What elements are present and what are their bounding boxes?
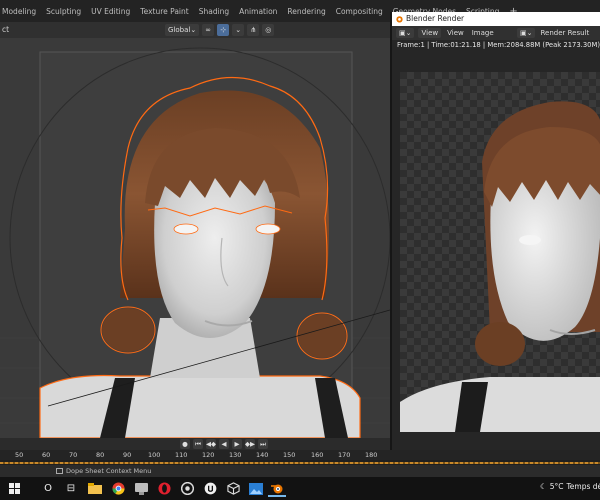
keyframe-markers: [0, 462, 600, 464]
tab-shading[interactable]: Shading: [199, 7, 229, 16]
render-result-name: Render Result: [540, 29, 590, 37]
3d-viewport[interactable]: [0, 38, 390, 438]
render-result-image[interactable]: [400, 72, 600, 432]
frame-tick: 120: [202, 451, 215, 459]
temperature: 5°C: [549, 482, 564, 491]
snap-options-chevron-icon[interactable]: ⌄: [232, 24, 245, 36]
image-editor-menus: ▣⌄ View View Image: [396, 28, 496, 38]
viewport-header: ct Global ⌄ ∞ ⊹ ⌄ ⋔ ◎: [0, 22, 390, 38]
chrome-icon[interactable]: [109, 480, 127, 497]
transform-tools: Global ⌄ ∞ ⊹ ⌄ ⋔ ◎: [165, 24, 275, 36]
next-keyframe-button[interactable]: ◆▶: [245, 439, 255, 449]
view-menu[interactable]: View: [445, 28, 466, 38]
search-icon[interactable]: O: [39, 480, 57, 497]
moon-icon: ☾: [540, 482, 547, 491]
tab-modeling[interactable]: Modeling: [2, 7, 36, 16]
frame-tick: 50: [15, 451, 24, 459]
tab-animation[interactable]: Animation: [239, 7, 277, 16]
cube-icon[interactable]: [224, 480, 242, 497]
jump-start-button[interactable]: ⏮: [193, 439, 203, 449]
frame-tick: 70: [69, 451, 78, 459]
task-view-icon[interactable]: ⊟: [62, 480, 80, 497]
timeline-header: ● ⏮ ◀◆ ◀ ▶ ◆▶ ⏭: [0, 438, 390, 450]
tab-compositing[interactable]: Compositing: [336, 7, 383, 16]
chevron-down-icon: ⌄: [190, 26, 197, 34]
frame-tick: 180: [365, 451, 378, 459]
frame-tick: 100: [148, 451, 161, 459]
prev-keyframe-button[interactable]: ◀◆: [206, 439, 216, 449]
left-hair-bun: [102, 308, 154, 352]
image-editor-header: ▣⌄ View View Image ▣⌄ Render Result: [392, 26, 600, 40]
viewport-scene: [0, 47, 390, 438]
tab-uv-editing[interactable]: UV Editing: [91, 7, 130, 16]
mouse-icon: [56, 468, 63, 474]
frame-tick: 110: [175, 451, 188, 459]
render-window-titlebar: Blender Render: [392, 12, 600, 26]
render-stats: Frame:1 | Time:01:21.18 | Mem:2084.88M (…: [397, 41, 600, 49]
status-hint: Dope Sheet Context Menu: [66, 467, 152, 475]
ubisoft-icon[interactable]: [178, 480, 196, 497]
body-mesh: [39, 374, 361, 438]
left-eye: [173, 223, 199, 235]
frame-tick: 90: [123, 451, 132, 459]
photos-icon[interactable]: [247, 480, 265, 497]
render-window-title: Blender Render: [406, 14, 465, 23]
render-hair-bun: [475, 322, 525, 366]
frame-tick: 130: [229, 451, 242, 459]
frame-tick: 160: [311, 451, 324, 459]
render-result-selector[interactable]: ▣⌄ Render Result: [517, 28, 591, 38]
editor-type-icon[interactable]: ▣⌄: [396, 28, 415, 38]
frame-tick: 150: [283, 451, 296, 459]
weather-widget[interactable]: ☾ 5°C Temps dég: [540, 482, 600, 491]
blender-icon[interactable]: [268, 480, 286, 497]
frame-tick: 80: [96, 451, 105, 459]
right-hair-bun: [298, 314, 346, 358]
frame-ruler[interactable]: 50 60 70 80 90 100 110 120 130 140 150 1…: [0, 450, 600, 460]
playback-controls: ● ⏮ ◀◆ ◀ ▶ ◆▶ ⏭: [180, 439, 268, 449]
file-explorer-icon[interactable]: [86, 480, 104, 497]
render-window: Blender Render ▣⌄ View View Image ▣⌄ Ren…: [390, 12, 600, 460]
frame-tick: 140: [256, 451, 269, 459]
right-eye: [255, 223, 281, 235]
tab-sculpting[interactable]: Sculpting: [46, 7, 81, 16]
play-reverse-button[interactable]: ◀: [219, 439, 229, 449]
windows-start-icon[interactable]: [6, 480, 24, 497]
app-icon[interactable]: [132, 480, 150, 497]
image-browse-icon[interactable]: ▣⌄: [517, 28, 536, 38]
proportional-edit-icon[interactable]: ◎: [262, 24, 275, 36]
frame-tick: 60: [42, 451, 51, 459]
jump-end-button[interactable]: ⏭: [258, 439, 268, 449]
windows-taskbar: O ⊟ ☾ 5°C Temps dég: [0, 477, 600, 500]
play-button[interactable]: ▶: [232, 439, 242, 449]
snap-toggle-icon[interactable]: ⊹: [217, 24, 230, 36]
unreal-icon[interactable]: [201, 480, 219, 497]
magnet-icon[interactable]: ⋔: [247, 24, 260, 36]
view-mode-dropdown[interactable]: View: [418, 28, 442, 38]
blender-logo-icon: [396, 16, 403, 23]
orientation-label: Global: [168, 26, 191, 34]
tab-rendering[interactable]: Rendering: [287, 7, 325, 16]
image-menu[interactable]: Image: [470, 28, 496, 38]
object-menu-fragment[interactable]: ct: [2, 25, 9, 34]
opera-icon[interactable]: [155, 480, 173, 497]
render-left-eye: [519, 235, 541, 245]
tab-texture-paint[interactable]: Texture Paint: [140, 7, 188, 16]
pivot-link-icon[interactable]: ∞: [202, 24, 215, 36]
frame-tick: 170: [338, 451, 351, 459]
weather-description: Temps dég: [566, 482, 600, 491]
record-button[interactable]: ●: [180, 439, 190, 449]
transform-orientation-dropdown[interactable]: Global ⌄: [165, 24, 200, 36]
status-bar: Dope Sheet Context Menu: [0, 465, 600, 477]
